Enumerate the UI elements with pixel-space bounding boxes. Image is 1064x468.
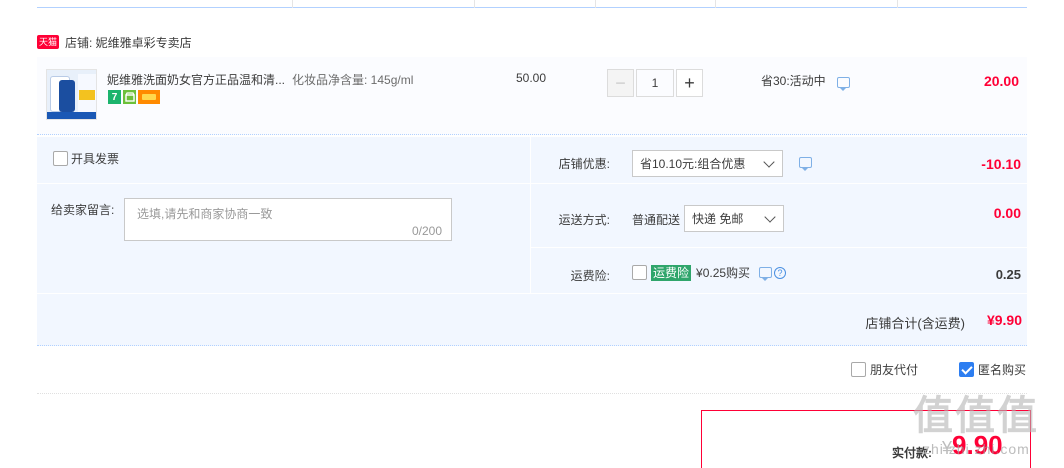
- shipping-label: 运送方式:: [558, 213, 610, 227]
- options-row-divider: [37, 183, 530, 184]
- item-subtotal: 20.00: [983, 73, 1019, 89]
- product-title[interactable]: 妮维雅洗面奶女官方正品温和清...: [107, 71, 285, 88]
- quantity-plus-button[interactable]: +: [676, 69, 703, 97]
- header-separator: [715, 0, 716, 8]
- anonymous-label: 匿名购买: [978, 363, 1027, 377]
- quantity-input[interactable]: 1: [636, 69, 674, 97]
- divider: [37, 393, 1027, 394]
- discount-info-icon[interactable]: [799, 157, 812, 171]
- friend-pay-option[interactable]: 朋友代付: [851, 361, 918, 378]
- friend-pay-label: 朋友代付: [870, 363, 919, 377]
- payment-value: 9.90: [952, 430, 1003, 460]
- options-row-divider: [531, 247, 1027, 248]
- payment-summary: 实付款: ¥9.90: [701, 410, 1031, 468]
- shop-discount-select[interactable]: 省10.10元:组合优惠: [632, 150, 783, 177]
- message-placeholder: 选填,请先和商家协商一致: [137, 207, 273, 221]
- chevron-down-icon: [764, 211, 776, 223]
- insurance-option: 运费险 ¥0.25购买 ?: [632, 264, 787, 281]
- shop-discount-label: 店铺优惠:: [558, 157, 610, 171]
- service-badges: 7: [108, 90, 162, 104]
- header-separator: [897, 0, 898, 8]
- anonymous-checkbox[interactable]: [959, 362, 974, 377]
- options-row-divider: [531, 183, 1027, 184]
- promotion-text: 省30:活动中: [761, 74, 826, 88]
- chevron-down-icon: [763, 156, 775, 168]
- payment-amount: ¥9.90: [942, 430, 1003, 461]
- order-item-row: 妮维雅洗面奶女官方正品温和清... 7 化妆品净含量: 145g/ml 50.0…: [37, 57, 1027, 135]
- product-sku: 化妆品净含量: 145g/ml: [292, 73, 414, 87]
- invoice-label: 开具发票: [71, 152, 120, 166]
- insurance-checkbox[interactable]: [632, 265, 647, 280]
- product-thumbnail[interactable]: [46, 69, 97, 120]
- credit-card-icon[interactable]: [138, 90, 160, 104]
- shop-discount-amount: -10.10: [981, 156, 1021, 172]
- header-separator: [474, 0, 475, 8]
- message-char-count: 0/200: [411, 224, 442, 238]
- shipping-method-select[interactable]: 快递 免邮: [684, 205, 784, 232]
- order-options: 开具发票 给卖家留言: 选填,请先和商家协商一致 0/200 店铺优惠: 省10…: [37, 137, 1027, 293]
- shop-total-label: 店铺合计(含运费): [865, 316, 965, 331]
- insurance-label: 运费险:: [570, 269, 610, 283]
- tmall-badge-icon: 天猫: [37, 35, 60, 49]
- friend-pay-checkbox[interactable]: [851, 362, 866, 377]
- shipping-method-value: 快递 免邮: [692, 212, 744, 226]
- message-label: 给卖家留言:: [51, 203, 115, 217]
- insurance-info-icon[interactable]: [759, 267, 773, 281]
- payment-label: 实付款:: [892, 446, 932, 460]
- currency-symbol: ¥: [942, 438, 953, 458]
- header-separator: [292, 0, 293, 8]
- header-separator: [595, 0, 596, 8]
- shipping-amount: 0.00: [993, 205, 1021, 221]
- shop-name[interactable]: 店铺: 妮维雅卓彩专卖店: [65, 34, 192, 51]
- shipping-type: 普通配送: [632, 213, 681, 227]
- help-icon[interactable]: ?: [774, 266, 787, 279]
- quantity-stepper: − 1 +: [607, 69, 703, 97]
- shop-discount-value: 省10.10元:组合优惠: [640, 157, 746, 171]
- seller-message-input[interactable]: 选填,请先和商家协商一致 0/200: [124, 198, 452, 241]
- shop-info: 天猫 店铺: 妮维雅卓彩专卖店: [37, 33, 192, 51]
- insurance-tag: 运费险: [651, 264, 692, 281]
- shop-summary: 店铺合计(含运费) ¥9.90: [37, 294, 1027, 346]
- store-service-icon[interactable]: [123, 90, 136, 104]
- promo-info-icon[interactable]: [837, 77, 850, 91]
- table-header-strip: [37, 0, 1027, 8]
- insurance-price-text: ¥0.25购买: [696, 266, 751, 280]
- quantity-minus-button[interactable]: −: [607, 69, 634, 97]
- invoice-option[interactable]: 开具发票: [53, 150, 119, 167]
- anonymous-option[interactable]: 匿名购买: [959, 361, 1026, 378]
- seven-day-return-icon[interactable]: 7: [108, 90, 121, 104]
- shop-total-value: ¥9.90: [986, 312, 1022, 328]
- unit-price: 50.00: [516, 71, 547, 85]
- invoice-checkbox[interactable]: [53, 151, 68, 166]
- insurance-amount: 0.25: [995, 267, 1021, 282]
